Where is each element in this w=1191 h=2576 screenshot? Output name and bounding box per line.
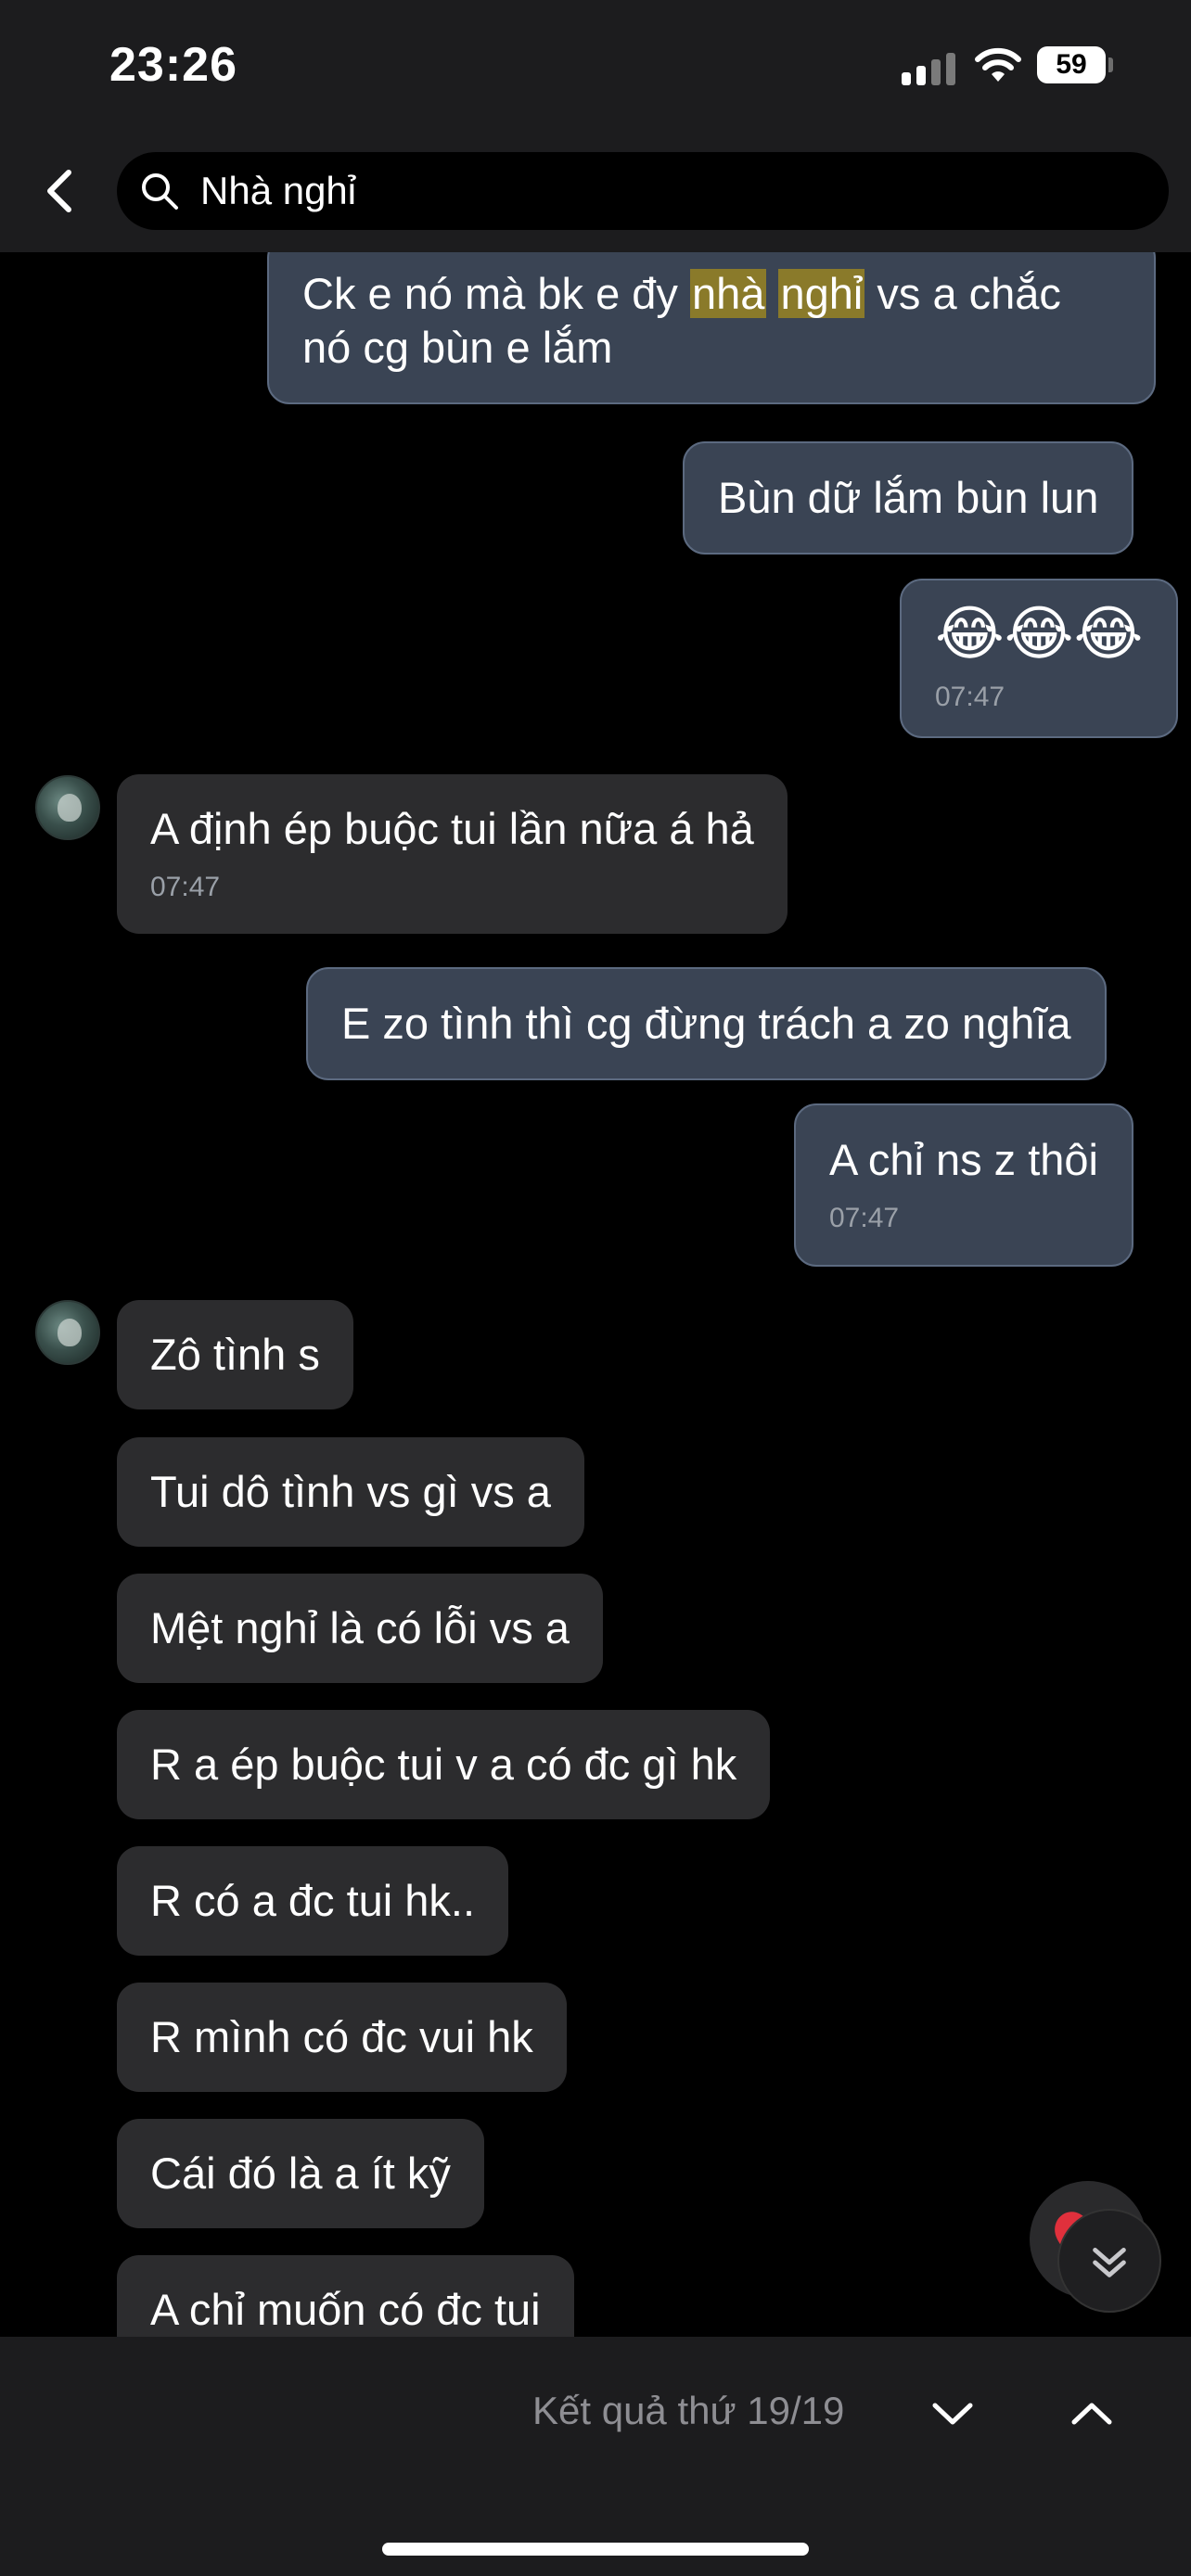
message-time: 07:47 xyxy=(829,1203,900,1233)
wifi-icon xyxy=(975,47,1021,82)
message-text: A chỉ muốn có đc tui xyxy=(150,2285,541,2334)
message-received[interactable]: Zô tình s xyxy=(117,1300,353,1409)
message-received[interactable]: R a ép buộc tui v a có đc gì hk xyxy=(117,1710,771,1819)
message-received[interactable]: A chỉ muốn có đc tui xyxy=(117,2255,574,2337)
message-received[interactable]: Tui dô tình vs gì vs a xyxy=(117,1437,584,1547)
message-text: Tui dô tình vs gì vs a xyxy=(150,1467,551,1516)
message-text: Zô tình s xyxy=(150,1330,320,1379)
message-list[interactable]: Ck e nó mà bk e đy nhà nghỉ vs a chắc nó… xyxy=(0,252,1191,2337)
battery-tip xyxy=(1108,57,1113,72)
message-text: Bùn dữ lắm bùn lun xyxy=(718,473,1099,522)
chevron-up-icon[interactable] xyxy=(1067,2389,1117,2439)
battery-icon: 59 xyxy=(1037,46,1106,83)
avatar[interactable] xyxy=(35,1300,100,1365)
message-sent[interactable]: E zo tình thì cg đừng trách a zo nghĩa xyxy=(306,967,1107,1080)
message-text: A chỉ ns z thôi xyxy=(829,1135,1098,1184)
message-time: 07:47 xyxy=(150,872,221,902)
search-highlight: nghỉ xyxy=(778,269,865,318)
message-sent[interactable]: Ck e nó mà bk e đy nhà nghỉ vs a chắc nó… xyxy=(267,252,1156,404)
message-text: R mình có đc vui hk xyxy=(150,2012,533,2061)
message-sent[interactable]: 😂😂😂 07:47 xyxy=(900,579,1179,738)
status-time: 23:26 xyxy=(109,38,237,92)
laughing-emoji: 😂😂😂 xyxy=(935,600,1144,667)
message-text: Ck e nó mà bk e đy xyxy=(302,269,690,318)
chat-search-screen: 23:26 59 Nhà nghỉ Ck e nó mà bk e đy nhà… xyxy=(0,0,1191,2576)
result-counter: Kết quả thứ 19/19 xyxy=(532,2389,845,2432)
scroll-to-bottom-button[interactable] xyxy=(1057,2209,1161,2313)
message-received[interactable]: Mệt nghỉ là có lỗi vs a xyxy=(117,1574,603,1683)
search-input[interactable]: Nhà nghỉ xyxy=(117,152,1169,230)
top-bar: 23:26 59 Nhà nghỉ xyxy=(0,0,1191,252)
double-chevron-down-icon xyxy=(1093,2248,1126,2277)
search-highlight: nhà xyxy=(689,269,767,318)
message-text: Mệt nghỉ là có lỗi vs a xyxy=(150,1603,570,1652)
message-text: R a ép buộc tui v a có đc gì hk xyxy=(150,1740,737,1789)
search-result-bar: Kết quả thứ 19/19 xyxy=(0,2337,1191,2576)
avatar[interactable] xyxy=(35,775,100,840)
chevron-down-icon[interactable] xyxy=(928,2389,978,2439)
message-text: vs a chắc xyxy=(864,269,1061,318)
message-text: A định ép buộc tui lần nữa á hả xyxy=(150,804,754,853)
signal-icon xyxy=(902,52,957,85)
home-indicator[interactable] xyxy=(382,2543,809,2556)
message-sent[interactable]: Bùn dữ lắm bùn lun xyxy=(683,441,1134,555)
message-text: nó cg bùn e lắm xyxy=(302,323,613,372)
message-text: E zo tình thì cg đừng trách a zo nghĩa xyxy=(341,999,1071,1048)
search-query: Nhà nghỉ xyxy=(200,169,357,212)
message-text: Cái đó là a ít kỹ xyxy=(150,2149,451,2198)
message-received[interactable]: R có a đc tui hk.. xyxy=(117,1846,509,1956)
message-received[interactable]: R mình có đc vui hk xyxy=(117,1983,567,2092)
message-received[interactable]: Cái đó là a ít kỹ xyxy=(117,2119,484,2228)
message-received[interactable]: A định ép buộc tui lần nữa á hả 07:47 xyxy=(117,774,788,934)
back-chevron-icon[interactable] xyxy=(37,163,83,219)
message-time: 07:47 xyxy=(935,682,1005,712)
message-sent[interactable]: A chỉ ns z thôi 07:47 xyxy=(794,1103,1133,1267)
search-icon xyxy=(142,173,178,210)
message-text: R có a đc tui hk.. xyxy=(150,1876,476,1925)
